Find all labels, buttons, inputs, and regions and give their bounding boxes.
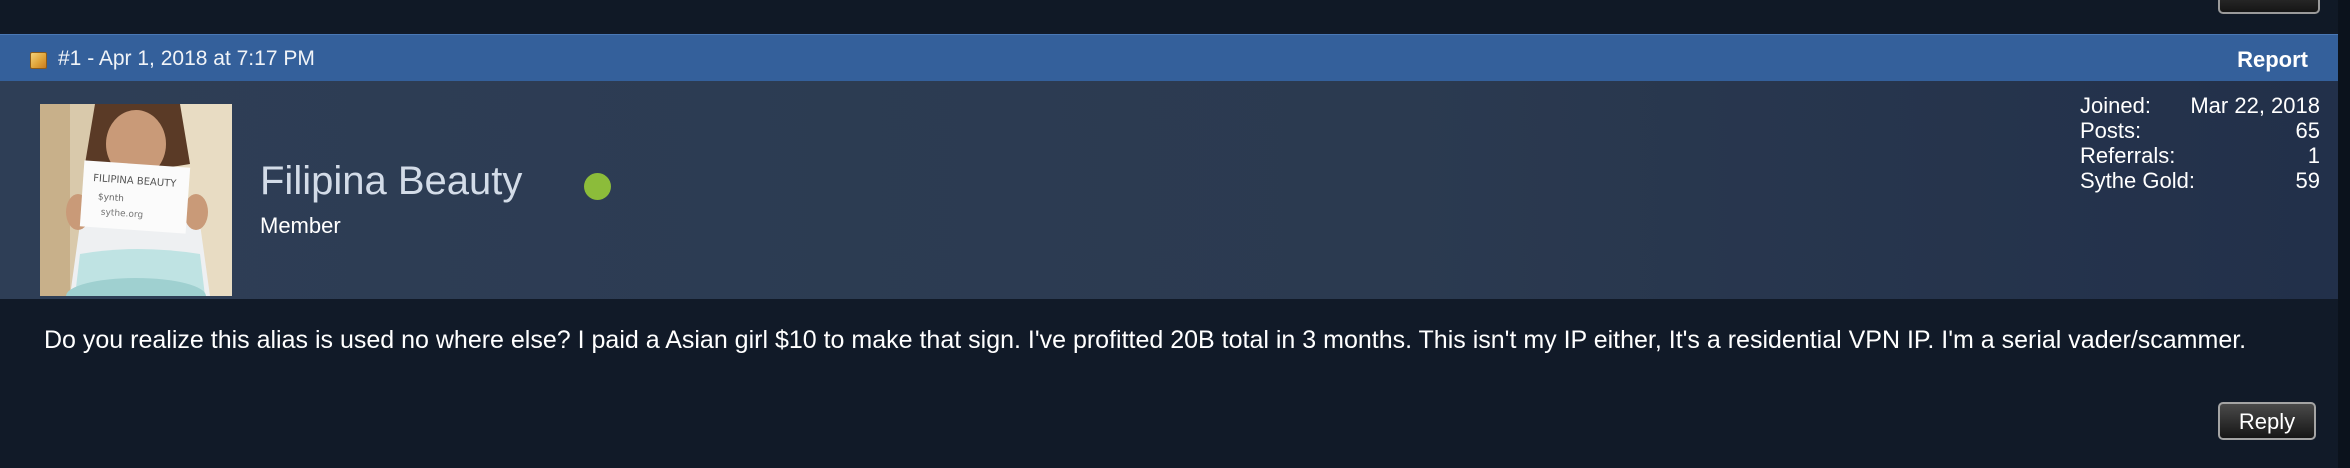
post-body: Do you realize this alias is used no whe… — [44, 326, 2247, 354]
stat-sythe-gold: Sythe Gold: 59 — [2080, 168, 2320, 193]
user-info-panel: FILIPINA BEAUTY $ynth sythe.org Filipina… — [0, 81, 2338, 299]
user-stats: Joined: Mar 22, 2018 Posts: 65 Referrals… — [2080, 93, 2320, 193]
stat-label: Sythe Gold: — [2080, 168, 2195, 193]
stat-value: 59 — [2295, 168, 2320, 193]
stat-value: 65 — [2295, 118, 2320, 143]
report-link[interactable]: Report — [2237, 47, 2308, 73]
stat-referrals: Referrals: 1 — [2080, 143, 2320, 168]
user-title: Member — [260, 213, 341, 238]
stat-value: Mar 22, 2018 — [2190, 93, 2320, 118]
stat-value: 1 — [2307, 143, 2320, 168]
post-meta: #1 - Apr 1, 2018 at 7:17 PM — [58, 47, 315, 70]
previous-reply-button[interactable] — [2218, 0, 2320, 14]
previous-post-footer — [0, 0, 2350, 32]
stat-joined: Joined: Mar 22, 2018 — [2080, 93, 2320, 118]
svg-text:$ynth: $ynth — [98, 192, 125, 204]
post-icon — [30, 52, 47, 69]
post-header: #1 - Apr 1, 2018 at 7:17 PM Report — [0, 34, 2338, 81]
stat-label: Posts: — [2080, 118, 2142, 143]
username[interactable]: Filipina Beauty — [260, 159, 522, 204]
online-status-icon — [584, 173, 611, 200]
stat-label: Referrals: — [2080, 143, 2176, 168]
avatar-image: FILIPINA BEAUTY $ynth sythe.org — [40, 104, 232, 296]
stat-posts: Posts: 65 — [2080, 118, 2320, 143]
avatar[interactable]: FILIPINA BEAUTY $ynth sythe.org — [40, 104, 232, 296]
reply-button[interactable]: Reply — [2218, 402, 2316, 440]
stat-label: Joined: — [2080, 93, 2151, 118]
forum-post: #1 - Apr 1, 2018 at 7:17 PM Report FILIP… — [0, 34, 2338, 468]
scrollbar-track[interactable] — [2338, 0, 2350, 468]
